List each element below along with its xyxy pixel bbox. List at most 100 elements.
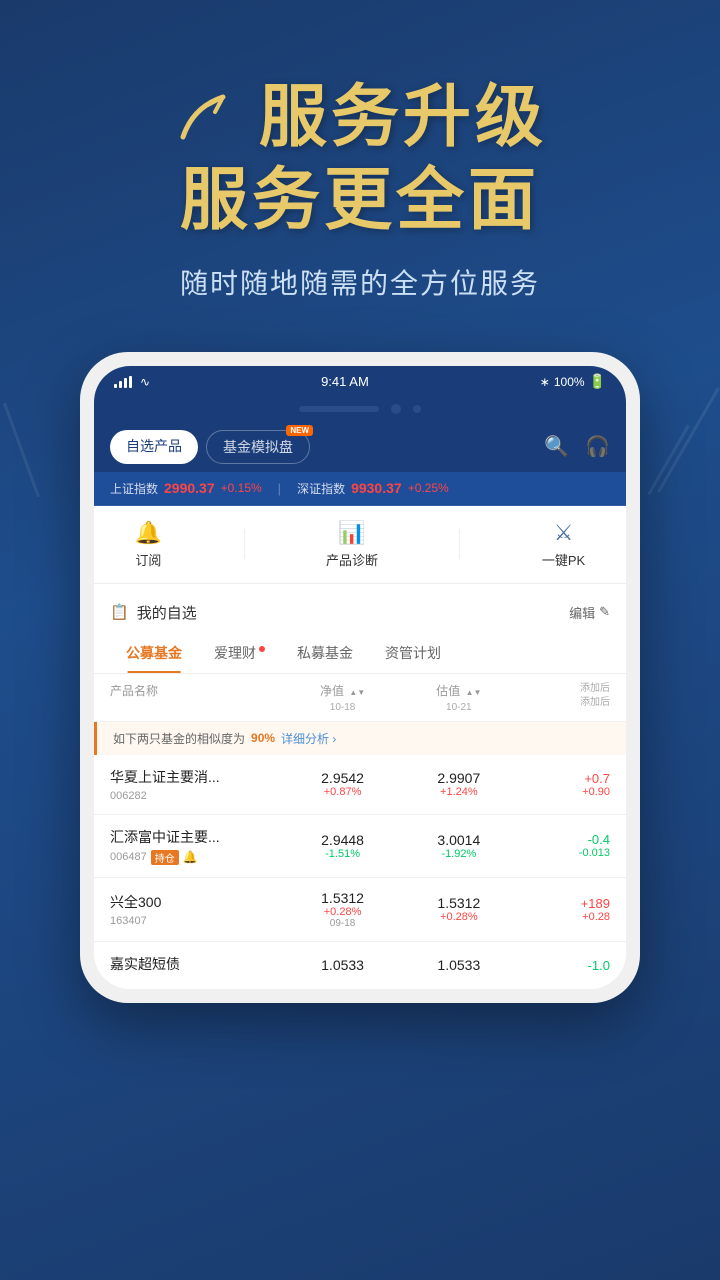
hero-text-2: 服务更全面 xyxy=(40,163,680,238)
fund-nav-4: 1.0533 xyxy=(284,957,400,973)
hero-text-1: 服务升级 xyxy=(259,80,547,155)
fund-row-4[interactable]: 嘉实超短债 1.0533 1.0533 -1.0 xyxy=(94,942,626,989)
edit-label: 编辑 xyxy=(569,603,595,622)
watchlist-title: 📋 我的自选 xyxy=(110,602,197,623)
diagnose-icon: 📊 xyxy=(338,520,365,546)
fund-est-2: 3.0014 -1.92% xyxy=(401,832,517,860)
detail-link[interactable]: 详细分析 › xyxy=(281,730,336,747)
sh-label: 上证指数 xyxy=(110,480,158,497)
cat-tab-ziguang[interactable]: 资管计划 xyxy=(369,633,457,673)
fund-name-4: 嘉实超短债 xyxy=(110,954,260,974)
watchlist-title-text: 我的自选 xyxy=(137,602,197,623)
phone-speaker-area xyxy=(94,398,626,422)
headset-icon[interactable]: 🎧 xyxy=(585,434,610,459)
upgrade-arrow-icon xyxy=(173,87,243,147)
similarity-notice: 如下两只基金的相似度为 90% 详细分析 › xyxy=(94,722,626,755)
pk-func[interactable]: ⚔ 一键PK xyxy=(542,520,585,569)
diagnose-label: 产品诊断 xyxy=(326,550,378,569)
nav-sort[interactable]: ▲▼ xyxy=(349,689,365,697)
app-nav-header: 自选产品 基金模拟盘 NEW 🔍 🎧 xyxy=(94,422,626,472)
fund-row-3[interactable]: 兴全300 163407 1.5312 +0.28% 09-18 1.5312 … xyxy=(94,878,626,942)
status-bar: ∿ 9:41 AM ∗ 100% 🔋 xyxy=(94,366,626,398)
cat-tab-gonmu[interactable]: 公募基金 xyxy=(110,633,198,673)
est-sort[interactable]: ▲▼ xyxy=(466,689,482,697)
watchlist-header: 📋 我的自选 编辑 ✎ xyxy=(94,592,626,633)
fund-name-1: 华夏上证主要消... xyxy=(110,767,260,787)
fund-change-3: +189 +0.28 xyxy=(517,896,610,923)
nav-tab-group: 自选产品 基金模拟盘 NEW xyxy=(110,430,310,464)
signal-bars xyxy=(114,376,132,388)
similarity-pct: 90% xyxy=(251,731,275,745)
search-icon[interactable]: 🔍 xyxy=(544,434,569,459)
fund-change-4: -1.0 xyxy=(517,958,610,973)
fund-nav-3: 1.5312 +0.28% 09-18 xyxy=(284,890,400,929)
col-add-header: 添加后添加后 xyxy=(517,682,610,713)
fund-row-1[interactable]: 华夏上证主要消... 006282 2.9542 +0.87% 2.9907 +… xyxy=(94,755,626,815)
cat-tab-aili[interactable]: 爱理财 xyxy=(198,633,281,673)
function-bar: 🔔 订阅 📊 产品诊断 ⚔ 一键PK xyxy=(94,506,626,584)
bell-icon-2: 🔔 xyxy=(183,850,198,864)
pk-label: 一键PK xyxy=(542,550,585,569)
status-time: 9:41 AM xyxy=(321,374,369,389)
subscribe-label: 订阅 xyxy=(135,550,161,569)
fund-code-3: 163407 xyxy=(110,915,284,927)
sh-index: 上证指数 2990.37 +0.15% xyxy=(110,480,262,497)
deco-line-1 xyxy=(657,387,720,492)
watchlist-icon: 📋 xyxy=(110,603,129,621)
category-tabs: 公募基金 爱理财 私募基金 资管计划 xyxy=(94,633,626,674)
fund-change-1: +0.7 +0.90 xyxy=(517,771,610,798)
hero-section: 服务升级 服务更全面 随时随地随需的全方位服务 xyxy=(0,0,720,332)
new-badge: NEW xyxy=(286,425,313,436)
deco-line-3 xyxy=(3,403,40,498)
fund-nav-1: 2.9542 +0.87% xyxy=(284,770,400,798)
battery-label: 100% xyxy=(554,375,585,389)
fund-info-3: 兴全300 163407 xyxy=(110,892,284,927)
fund-est-3: 1.5312 +0.28% xyxy=(401,895,517,923)
pk-icon: ⚔ xyxy=(554,520,574,546)
wifi-icon: ∿ xyxy=(140,375,150,389)
subscribe-icon: 🔔 xyxy=(135,520,162,546)
market-ticker: 上证指数 2990.37 +0.15% | 深证指数 9930.37 +0.25… xyxy=(94,472,626,506)
status-left: ∿ xyxy=(114,375,150,389)
signal-bar-2 xyxy=(119,381,122,388)
fund-nav-2: 2.9448 -1.51% xyxy=(284,832,400,860)
hero-subtitle: 随时随地随需的全方位服务 xyxy=(40,262,680,302)
sz-index: 深证指数 9930.37 +0.25% xyxy=(297,480,449,497)
fund-code-1: 006282 xyxy=(110,790,284,802)
watchlist-edit[interactable]: 编辑 ✎ xyxy=(569,603,610,622)
fund-row-2[interactable]: 汇添富中证主要... 006487 持仓 🔔 2.9448 -1.51% 3.0… xyxy=(94,815,626,878)
sh-value: 2990.37 xyxy=(164,480,215,496)
tab-zixuan[interactable]: 自选产品 xyxy=(110,430,198,464)
deco-line-2 xyxy=(647,425,690,496)
phone-screen: ∿ 9:41 AM ∗ 100% 🔋 自选产品 xyxy=(94,366,626,989)
cat-tab-simu[interactable]: 私募基金 xyxy=(281,633,369,673)
speaker-grille xyxy=(299,406,379,412)
ticker-divider: | xyxy=(278,481,281,496)
diagnose-func[interactable]: 📊 产品诊断 xyxy=(326,520,378,569)
col-est-header: 估值 ▲▼ 10-21 xyxy=(401,682,517,713)
fund-name-2: 汇添富中证主要... xyxy=(110,827,260,847)
fund-change-2: -0.4 -0.013 xyxy=(517,832,610,859)
sz-value: 9930.37 xyxy=(351,480,402,496)
camera-dot-1 xyxy=(391,404,401,414)
subscribe-func[interactable]: 🔔 订阅 xyxy=(135,520,162,569)
sz-label: 深证指数 xyxy=(297,480,345,497)
camera-dot-2 xyxy=(413,405,421,413)
table-header: 产品名称 净值 ▲▼ 10-18 估值 ▲▼ 10-21 添加后添加后 xyxy=(94,674,626,722)
signal-bar-4 xyxy=(129,376,132,388)
fund-info-4: 嘉实超短债 xyxy=(110,954,284,977)
signal-bar-3 xyxy=(124,378,127,388)
phone-mockup: ∿ 9:41 AM ∗ 100% 🔋 自选产品 xyxy=(80,352,640,1003)
func-divider-1 xyxy=(244,529,245,559)
col-name-header: 产品名称 xyxy=(110,682,284,713)
hold-badge-2: 持仓 xyxy=(151,850,179,865)
fund-info-1: 华夏上证主要消... 006282 xyxy=(110,767,284,802)
hero-title-row1: 服务升级 xyxy=(40,80,680,155)
header-icons: 🔍 🎧 xyxy=(544,434,610,459)
fund-name-3: 兴全300 xyxy=(110,892,260,912)
fund-info-2: 汇添富中证主要... 006487 持仓 🔔 xyxy=(110,827,284,865)
edit-icon: ✎ xyxy=(599,604,610,620)
similarity-text: 如下两只基金的相似度为 xyxy=(113,730,245,747)
tab-jijin[interactable]: 基金模拟盘 NEW xyxy=(206,430,310,464)
fund-code-2: 006487 持仓 🔔 xyxy=(110,850,284,865)
